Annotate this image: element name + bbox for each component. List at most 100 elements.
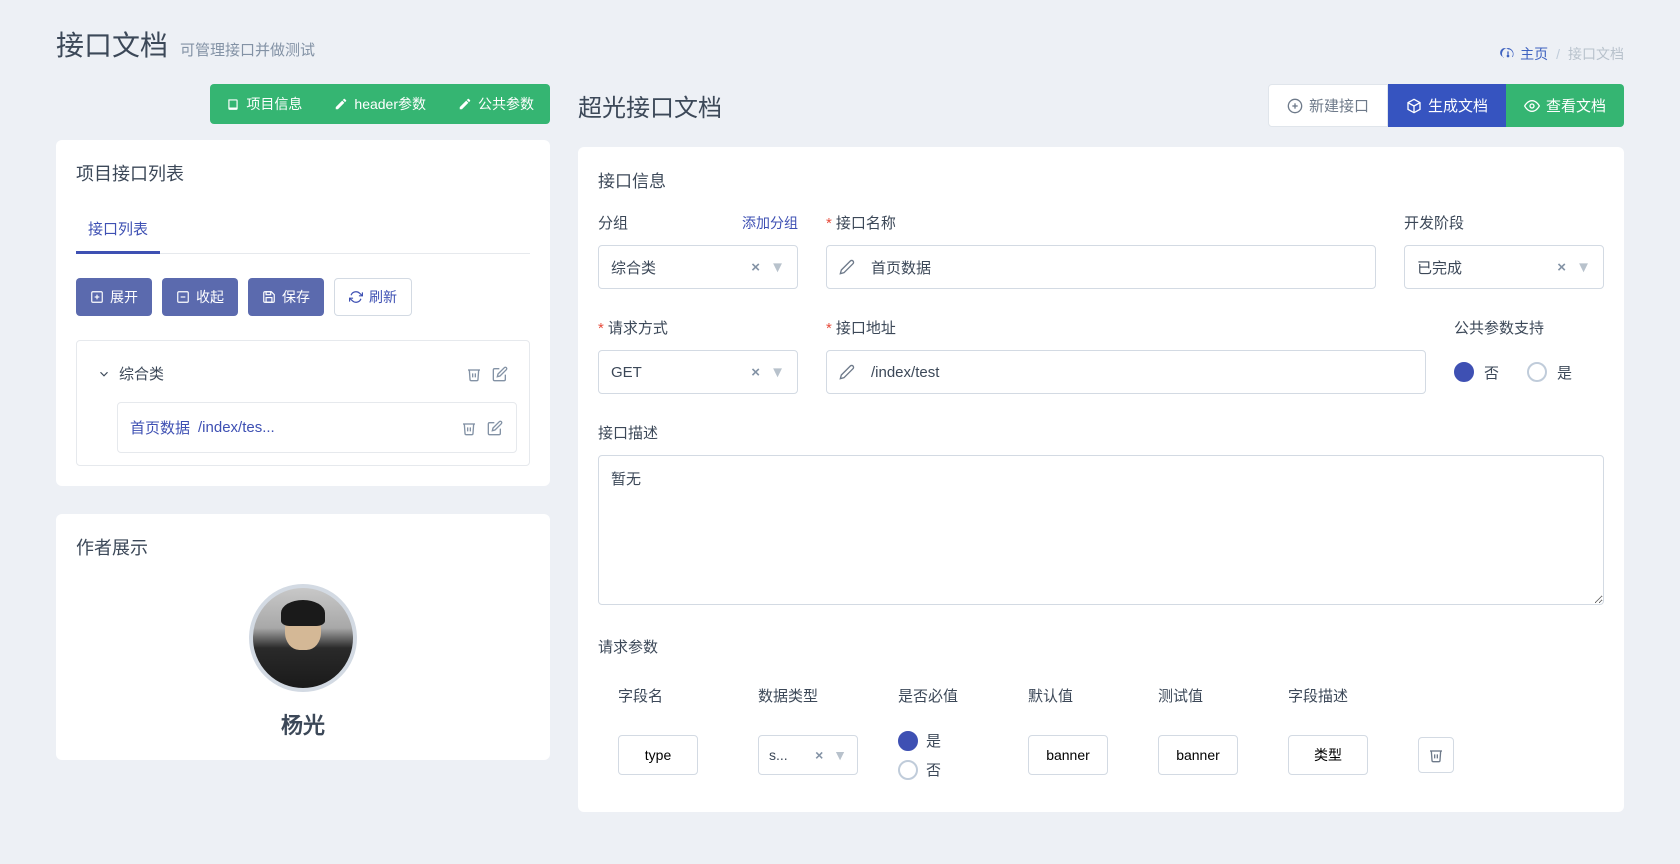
public-params-yes[interactable]: 是: [1527, 362, 1572, 383]
tree-group[interactable]: 综合类: [89, 353, 517, 394]
delete-group-button[interactable]: [465, 365, 483, 383]
clear-icon[interactable]: ×: [1557, 259, 1566, 276]
name-label: 接口名称: [836, 215, 896, 232]
trash-icon: [461, 420, 477, 436]
view-doc-button[interactable]: 查看文档: [1506, 84, 1624, 127]
request-params-label: 请求参数: [598, 636, 658, 657]
breadcrumb-home-label: 主页: [1520, 44, 1548, 64]
author-name: 杨光: [76, 708, 530, 740]
api-info-card: 接口信息 分组 添加分组 综合类 × ▼: [578, 147, 1624, 812]
edit-group-button[interactable]: [491, 365, 509, 383]
save-icon: [262, 290, 276, 304]
project-info-button[interactable]: 项目信息: [210, 84, 318, 124]
method-label: 请求方式: [608, 320, 668, 337]
clear-icon[interactable]: ×: [751, 364, 760, 381]
url-label: 接口地址: [836, 320, 896, 337]
group-select[interactable]: 综合类 × ▼: [598, 245, 798, 289]
expand-label: 展开: [110, 287, 138, 307]
group-label: 分组: [598, 212, 628, 233]
caret-down-icon: ▼: [770, 364, 785, 381]
add-group-link[interactable]: 添加分组: [742, 213, 798, 233]
new-api-label: 新建接口: [1309, 95, 1369, 116]
public-params-button[interactable]: 公共参数: [442, 84, 550, 124]
col-required: 是否必值: [898, 685, 1028, 706]
cube-icon: [1406, 98, 1422, 114]
param-required-yes[interactable]: 是: [898, 730, 1028, 751]
clear-icon[interactable]: ×: [815, 747, 823, 763]
breadcrumb-sep: /: [1556, 46, 1560, 62]
tree-group-label: 综合类: [119, 363, 457, 384]
radio-yes-label: 是: [926, 730, 941, 751]
param-required-no[interactable]: 否: [898, 759, 1028, 780]
col-field: 字段名: [618, 685, 758, 706]
stage-select[interactable]: 已完成 × ▼: [1404, 245, 1604, 289]
tab-api-list[interactable]: 接口列表: [76, 210, 160, 254]
view-doc-label: 查看文档: [1546, 95, 1606, 116]
author-card-title: 作者展示: [76, 534, 530, 560]
method-select[interactable]: GET × ▼: [598, 350, 798, 394]
trash-icon: [1428, 747, 1444, 763]
delete-item-button[interactable]: [460, 419, 478, 437]
caret-down-icon: ▼: [833, 747, 847, 763]
param-default-input[interactable]: [1028, 735, 1108, 775]
book-icon: [226, 97, 240, 111]
breadcrumb-home[interactable]: 主页: [1500, 44, 1548, 64]
generate-doc-label: 生成文档: [1428, 95, 1488, 116]
name-input[interactable]: [871, 259, 1363, 276]
clear-icon[interactable]: ×: [751, 259, 760, 276]
edit-icon: [334, 97, 348, 111]
public-params-no[interactable]: 否: [1454, 362, 1499, 383]
caret-down-icon: ▼: [1576, 259, 1591, 276]
save-label: 保存: [282, 287, 310, 307]
param-type-value: s...: [769, 747, 788, 763]
plus-square-icon: [90, 290, 104, 304]
param-desc-input[interactable]: [1288, 735, 1368, 775]
param-type-select[interactable]: s... × ▼: [758, 735, 858, 775]
col-test: 测试值: [1158, 685, 1288, 706]
edit-icon: [487, 420, 503, 436]
desc-label: 接口描述: [598, 422, 658, 443]
edit-item-button[interactable]: [486, 419, 504, 437]
param-table: 字段名 数据类型 是否必值 默认值 测试值 字段描述: [598, 673, 1604, 792]
stage-value: 已完成: [1417, 257, 1462, 278]
avatar: [249, 584, 357, 692]
desc-textarea[interactable]: [598, 455, 1604, 605]
radio-no-label: 否: [926, 759, 941, 780]
col-type: 数据类型: [758, 685, 898, 706]
public-params-label: 公共参数: [478, 94, 534, 114]
project-info-label: 项目信息: [246, 94, 302, 114]
param-field-input[interactable]: [618, 735, 698, 775]
url-input-box[interactable]: [826, 350, 1426, 394]
radio-checked-icon: [1454, 362, 1474, 382]
param-test-input[interactable]: [1158, 735, 1238, 775]
public-params-label: 公共参数支持: [1454, 317, 1544, 338]
breadcrumb: 主页 / 接口文档: [1500, 44, 1624, 64]
generate-doc-button[interactable]: 生成文档: [1388, 84, 1506, 127]
caret-down-icon: ▼: [770, 259, 785, 276]
edit-icon: [492, 366, 508, 382]
method-value: GET: [611, 364, 642, 381]
collapse-button[interactable]: 收起: [162, 278, 238, 316]
edit-icon: [458, 97, 472, 111]
trash-icon: [466, 366, 482, 382]
header-params-label: header参数: [354, 94, 426, 114]
save-button[interactable]: 保存: [248, 278, 324, 316]
header-params-button[interactable]: header参数: [318, 84, 442, 124]
refresh-button[interactable]: 刷新: [334, 278, 412, 316]
col-desc: 字段描述: [1288, 685, 1418, 706]
expand-button[interactable]: 展开: [76, 278, 152, 316]
doc-title: 超光接口文档: [578, 88, 722, 123]
plus-circle-icon: [1287, 98, 1303, 114]
name-input-box[interactable]: [826, 245, 1376, 289]
delete-param-button[interactable]: [1418, 737, 1454, 773]
section-info-title: 接口信息: [598, 167, 1604, 192]
tree-item-url: /index/tes...: [198, 419, 452, 436]
url-input[interactable]: [871, 364, 1413, 381]
radio-unchecked-icon: [1527, 362, 1547, 382]
breadcrumb-current: 接口文档: [1568, 44, 1624, 64]
pencil-icon: [839, 364, 855, 380]
api-list-title: 项目接口列表: [76, 160, 530, 186]
tree-item[interactable]: 首页数据 /index/tes...: [117, 402, 517, 453]
tab-bar: 接口列表: [76, 210, 530, 254]
new-api-button[interactable]: 新建接口: [1268, 84, 1388, 127]
